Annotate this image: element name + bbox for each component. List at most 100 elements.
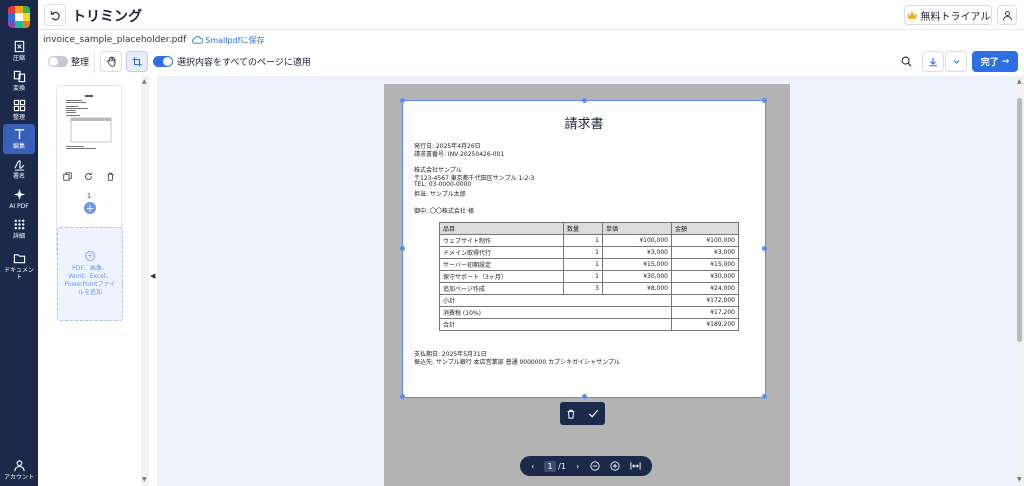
table-cell: ¥24,000: [671, 282, 739, 295]
crop-handle-bottom-right[interactable]: [762, 394, 767, 399]
delete-crop-button[interactable]: [560, 402, 582, 425]
column-header: 単価: [602, 222, 672, 235]
duplicate-icon[interactable]: [63, 171, 72, 181]
bank-info: 振込先: サンプル銀行 本店営業部 普通 0000000 カブシキガイシャサンプ…: [414, 359, 620, 366]
thumbnail-document-graphic: [66, 95, 112, 149]
apply-all-pages-toggle[interactable]: [153, 56, 173, 67]
current-page-input[interactable]: 1: [544, 460, 556, 472]
save-label: Smallpdfに保存: [205, 35, 265, 45]
account-button[interactable]: [997, 5, 1017, 25]
app-logo[interactable]: [8, 6, 30, 28]
scroll-down-icon[interactable]: ▼: [142, 476, 147, 483]
nav-item-edit[interactable]: 編集: [3, 124, 35, 154]
page-number: 1: [86, 192, 92, 200]
save-to-smallpdf-link[interactable]: Smallpdfに保存: [192, 35, 264, 46]
nav-item-more[interactable]: 詳細: [0, 214, 38, 244]
add-file-dropzone[interactable]: + PDF、画像、Word、Excel、PowerPointファイルを追加: [57, 227, 123, 321]
table-cell: ¥17,200: [671, 306, 739, 319]
table-cell: ¥189,200: [671, 318, 739, 331]
scrollbar-thumb[interactable]: [1017, 98, 1022, 342]
download-button[interactable]: [922, 51, 944, 72]
table-row: 追加ページ作成 3 ¥8,000 ¥24,000: [439, 282, 739, 295]
plus-icon: +: [85, 201, 95, 215]
crop-handle-left[interactable]: [400, 246, 405, 251]
done-button[interactable]: 完了 →: [972, 51, 1018, 72]
table-row: 保守サポート（3ヶ月） 1 ¥30,000 ¥30,000: [439, 270, 739, 283]
ai-sparkle-icon: [13, 188, 25, 201]
viewer-scrollbar[interactable]: ▲ ▼: [1015, 76, 1024, 486]
crop-icon: [132, 56, 142, 67]
table-cell: ¥8,000: [602, 282, 672, 295]
crop-handle-right[interactable]: [762, 246, 767, 251]
pan-tool-button[interactable]: [100, 51, 122, 72]
table-cell: ¥100,000: [602, 234, 672, 247]
add-page-button[interactable]: +: [84, 202, 96, 214]
table-cell: ¥3,000: [602, 246, 672, 259]
thumbnail-scrollbar[interactable]: ▲ ▼: [141, 76, 149, 486]
table-row: ドメイン取得代行 1 ¥3,000 ¥3,000: [439, 246, 739, 259]
chevron-down-icon: [953, 60, 959, 64]
download-options-button[interactable]: [945, 51, 967, 72]
scroll-up-icon[interactable]: ▲: [142, 78, 147, 85]
file-name: invoice_sample_placeholder.pdf: [43, 35, 187, 45]
invoice-number: 請求書番号: INV-20250426-001: [414, 151, 505, 158]
nav-item-convert[interactable]: 変換: [0, 66, 38, 96]
nav-item-organize[interactable]: 整理: [0, 95, 38, 125]
crop-tool-button[interactable]: [126, 51, 148, 72]
nav-label: 詳細: [12, 233, 25, 240]
zoom-in-icon[interactable]: [610, 461, 620, 471]
scroll-down-icon[interactable]: ▼: [1017, 476, 1022, 483]
next-page-icon[interactable]: ›: [576, 462, 579, 471]
table-cell: 3: [563, 282, 603, 295]
crop-handle-bottom-left[interactable]: [400, 394, 405, 399]
thumbnail-tools: [57, 169, 121, 183]
company-contact: 担当: サンプル太郎: [414, 191, 466, 198]
summary-row: 消費税 (10%) ¥17,200: [439, 306, 739, 319]
organize-toggle[interactable]: [48, 56, 68, 67]
nav-label: 圧縮: [12, 55, 25, 62]
zoom-out-icon[interactable]: [589, 461, 600, 471]
crop-handle-bottom[interactable]: [582, 394, 587, 399]
user-icon: [1002, 10, 1012, 20]
crop-handle-top[interactable]: [582, 98, 587, 103]
nav-item-account[interactable]: アカウント: [0, 456, 38, 484]
thumbnail-preview: [61, 90, 117, 166]
crop-handle-top-right[interactable]: [762, 98, 767, 103]
crop-handle-top-left[interactable]: [400, 98, 405, 103]
table-cell: ¥100,000: [671, 234, 739, 247]
trash-icon[interactable]: [106, 172, 115, 181]
signature-icon: [13, 160, 24, 171]
nav-label: 変換: [12, 85, 25, 92]
fit-width-icon[interactable]: [630, 461, 641, 471]
table-cell: ¥30,000: [671, 270, 739, 283]
column-header: 数量: [563, 222, 603, 235]
nav-item-sign[interactable]: 署名: [0, 154, 38, 184]
summary-row: 小計 ¥172,000: [439, 294, 739, 307]
plus-circle-icon: +: [85, 251, 95, 261]
search-button[interactable]: [895, 51, 917, 72]
previous-page-icon[interactable]: ‹: [531, 462, 534, 471]
nav-item-documents[interactable]: ドキュメント: [0, 248, 38, 284]
scroll-up-icon[interactable]: ▲: [1017, 78, 1022, 85]
confirm-crop-button[interactable]: [582, 402, 604, 425]
nav-item-ai-pdf[interactable]: AI PDF: [0, 184, 38, 214]
free-trial-label: 無料トライアル: [920, 11, 991, 23]
nav-label: AI PDF: [9, 203, 29, 210]
summary-row: 合計 ¥189,200: [439, 318, 739, 331]
table-header-row: 品目 数量 単価 金額: [439, 222, 739, 235]
nav-item-compress[interactable]: 圧縮: [0, 36, 38, 66]
trash-icon: [567, 409, 575, 419]
user-icon: [13, 460, 25, 472]
collapse-panel-icon[interactable]: ◀: [150, 272, 155, 280]
top-header: トリミング 無料トライアル: [38, 0, 1024, 30]
undo-button[interactable]: [44, 4, 66, 26]
free-trial-button[interactable]: 無料トライアル: [904, 5, 992, 25]
table-cell: 消費税 (10%): [439, 306, 672, 319]
crop-area[interactable]: 請求書 発行日: 2025年4月26日 請求書番号: INV-20250426-…: [400, 98, 767, 399]
check-icon: [588, 409, 598, 418]
total-pages: /1: [558, 461, 566, 471]
table-cell: 1: [563, 270, 603, 283]
table-cell: ¥3,000: [671, 246, 739, 259]
rotate-icon[interactable]: [84, 172, 93, 181]
table-cell: ウェブサイト制作: [439, 234, 564, 247]
